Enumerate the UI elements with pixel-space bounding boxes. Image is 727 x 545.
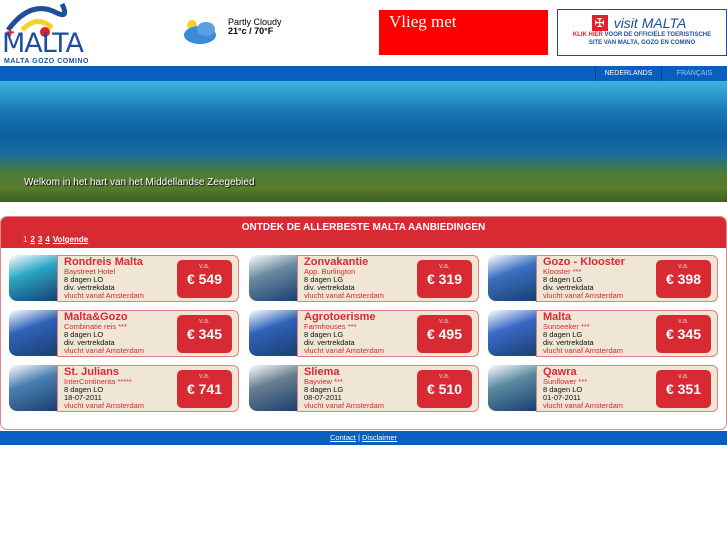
offer-image[interactable] [249, 255, 297, 301]
weather-temp: 21°c / 70°F [228, 26, 274, 36]
offer-image[interactable] [249, 310, 297, 356]
offer-card[interactable]: Qawra Sunflower *** 8 dagen LO 01-07-201… [488, 365, 718, 412]
next-page-link[interactable]: Volgende [53, 235, 88, 244]
offer-card[interactable]: Gozo - Klooster Klooster *** 8 dagen LG … [488, 255, 718, 302]
offer-price-button[interactable]: v.a. € 319 [417, 260, 472, 298]
offer-price-button[interactable]: v.a. € 510 [417, 370, 472, 408]
hero-banner: Welkom in het hart van het Middellandse … [0, 81, 727, 202]
offer-image[interactable] [9, 255, 57, 301]
offer-image[interactable] [488, 255, 536, 301]
offer-price: € 345 [665, 326, 702, 342]
weather-widget: Partly Cloudy 21°c / 70°F [180, 15, 282, 52]
visit-malta-banner[interactable]: ✠ visit MALTA KLIK HIER VOOR DE OFFICIËLE… [557, 9, 727, 56]
offer-image[interactable] [9, 310, 57, 356]
offers-header: ONTDEK DE ALLERBESTE MALTA AANBIEDINGEN … [1, 217, 726, 248]
offer-image[interactable] [488, 310, 536, 356]
flight-ad-banner[interactable]: Vlieg met [379, 10, 548, 55]
page-3-link[interactable]: 3 [38, 235, 42, 244]
offer-card[interactable]: Malta&Gozo Combinatie reis *** 8 dagen L… [9, 310, 239, 357]
offer-price: € 741 [186, 381, 223, 397]
offer-price-button[interactable]: v.a. € 398 [656, 260, 711, 298]
pagination: 1 2 3 4 Volgende [23, 235, 89, 244]
offer-card[interactable]: Rondreis Malta Baystreet Hotel 8 dagen L… [9, 255, 239, 302]
offer-price: € 495 [426, 326, 463, 342]
offer-price-button[interactable]: v.a. € 549 [177, 260, 232, 298]
malta-logo[interactable]: ✚ MALTA MALTA GOZO COMINO [0, 0, 90, 66]
footer: Contact | Disclaimer [0, 431, 727, 445]
disclaimer-link[interactable]: Disclaimer [362, 433, 397, 442]
lang-nederlands[interactable]: NEDERLANDS [595, 66, 661, 81]
offers-panel: ONTDEK DE ALLERBESTE MALTA AANBIEDINGEN … [0, 216, 727, 430]
page-4-link[interactable]: 4 [45, 235, 49, 244]
offer-image[interactable] [249, 365, 297, 411]
partly-cloudy-icon [184, 20, 216, 44]
offer-card[interactable]: Malta Sunseeker *** 8 dagen LG div. vert… [488, 310, 718, 357]
offers-title: ONTDEK DE ALLERBESTE MALTA AANBIEDINGEN [241, 222, 486, 233]
offer-price: € 345 [186, 326, 223, 342]
offer-price: € 510 [426, 381, 463, 397]
offer-price: € 319 [426, 271, 463, 287]
offer-price: € 351 [665, 381, 702, 397]
offer-card[interactable]: Zonvakantie App. Burlington 8 dagen LG d… [249, 255, 479, 302]
offer-card[interactable]: St. Julians InterContinenta ***** 8 dage… [9, 365, 239, 412]
offer-image[interactable] [9, 365, 57, 411]
page-2-link[interactable]: 2 [30, 235, 34, 244]
offer-price-button[interactable]: v.a. € 495 [417, 315, 472, 353]
offer-price-button[interactable]: v.a. € 345 [656, 315, 711, 353]
hero-caption: Welkom in het hart van het Middellandse … [24, 177, 255, 188]
offer-card[interactable]: Agrotoerisme Farmhouses *** 8 dagen LG d… [249, 310, 479, 357]
offer-image[interactable] [488, 365, 536, 411]
offer-price-button[interactable]: v.a. € 741 [177, 370, 232, 408]
offer-price-button[interactable]: v.a. € 351 [656, 370, 711, 408]
top-nav-bar: NEDERLANDS FRANÇAIS [0, 66, 727, 81]
offer-price: € 398 [665, 271, 702, 287]
offer-price: € 549 [186, 271, 223, 287]
offer-price-button[interactable]: v.a. € 345 [177, 315, 232, 353]
maltese-cross-icon: ✠ [591, 15, 608, 32]
lang-francais[interactable]: FRANÇAIS [661, 66, 727, 81]
contact-link[interactable]: Contact [330, 433, 356, 442]
offer-card[interactable]: Sliema Bayview *** 8 dagen LG 08-07-2011… [249, 365, 479, 412]
